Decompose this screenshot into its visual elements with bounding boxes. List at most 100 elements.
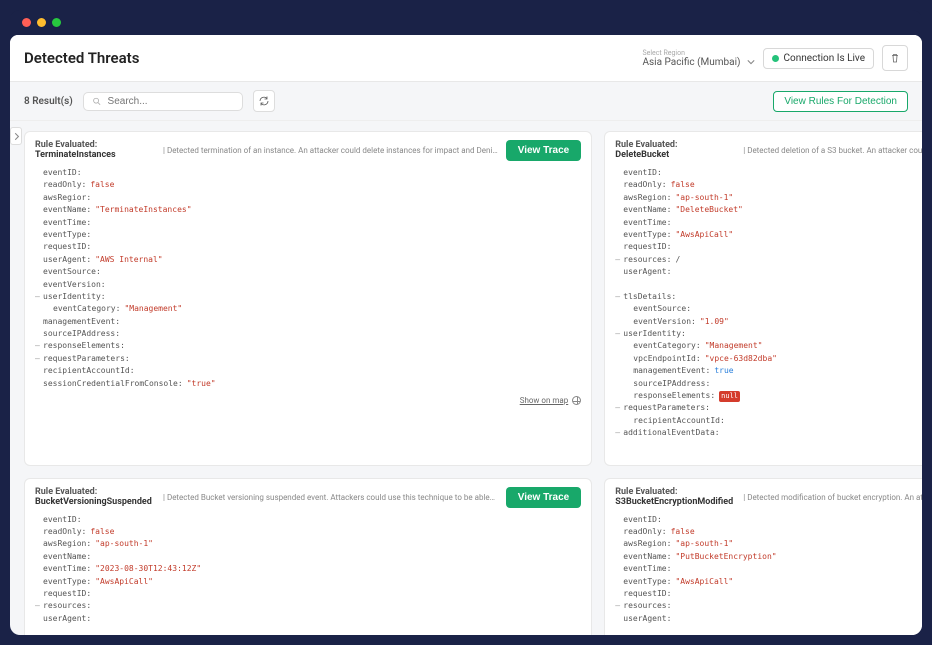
field-value: false — [671, 526, 695, 538]
event-fields: eventIDreadOnly falseawsRegion "ap-south… — [615, 167, 922, 440]
field-key: managementEvent — [633, 365, 710, 377]
connection-status: Connection Is Live — [763, 48, 874, 69]
rule-name: S3BucketEncryptionModified — [615, 497, 735, 507]
delete-button[interactable] — [882, 45, 908, 71]
rule-evaluated-label: Rule Evaluated: — [615, 487, 735, 497]
field-row: userAgent — [623, 266, 922, 278]
field-key: sourceIPAddress — [43, 328, 120, 340]
field-row: userAgent "AWS Internal" — [43, 254, 581, 266]
threat-card: Rule Evaluated:BucketVersioningSuspended… — [24, 478, 592, 635]
field-key: eventName — [43, 551, 91, 563]
field-key: eventType — [43, 229, 91, 241]
field-value: false — [90, 179, 114, 191]
field-row: recipientAccountId — [43, 365, 581, 377]
search-input[interactable] — [108, 96, 234, 107]
window-close-dot[interactable] — [22, 18, 31, 27]
region-label: Select Region — [642, 49, 685, 57]
chevron-down-icon — [747, 58, 755, 66]
field-key: eventType — [43, 576, 91, 588]
field-key: eventSource — [633, 303, 691, 315]
field-key: awsRegior — [43, 192, 91, 204]
threat-card: Rule Evaluated:TerminateInstances| Detec… — [24, 131, 592, 466]
field-key: eventVersion — [633, 316, 696, 328]
field-row: userAgent — [623, 613, 922, 625]
field-row: managementEvent true — [623, 365, 922, 377]
view-trace-button[interactable]: View Trace — [506, 140, 582, 161]
field-value: "ap-south-1" — [95, 538, 153, 550]
field-key: resources — [623, 600, 671, 612]
field-row: requestParameters — [623, 402, 922, 414]
field-key: eventSource — [43, 266, 101, 278]
field-row: requestID — [43, 241, 581, 253]
field-row: readOnly false — [623, 526, 922, 538]
field-row: requestParameters — [43, 353, 581, 365]
live-dot-icon — [772, 55, 779, 62]
field-row: eventType — [43, 229, 581, 241]
field-row: requestID — [623, 241, 922, 253]
field-key: additionalEventData — [623, 427, 719, 439]
field-value: "ap-south-1" — [675, 192, 733, 204]
field-row: readOnly false — [43, 179, 581, 191]
field-row: sessionCredentialFromConsole "true" — [43, 378, 581, 390]
field-key: requestID — [623, 588, 671, 600]
event-fields: eventIDreadOnly falseawsRegioreventName … — [35, 167, 581, 390]
field-key: requestID — [623, 241, 671, 253]
field-row: eventName "DeleteBucket" — [623, 204, 922, 216]
show-on-map-link[interactable]: Show on map — [615, 446, 922, 455]
field-key: eventTime — [43, 563, 91, 575]
threat-description: | Detected Bucket versioning suspended e… — [163, 493, 498, 502]
window-max-dot[interactable] — [52, 18, 61, 27]
field-row: requestID — [43, 588, 581, 600]
field-key: readOnly — [623, 179, 666, 191]
field-row: sourceIPAddress — [623, 378, 922, 390]
field-value: "DeleteBucket" — [675, 204, 742, 216]
field-key: eventTime — [623, 217, 671, 229]
field-row: awsRegion "ap-south-1" — [623, 538, 922, 550]
field-value: "true" — [187, 378, 216, 390]
region-select[interactable]: Select Region Asia Pacific (Mumbai) — [642, 49, 754, 68]
field-key: eventCategory — [53, 303, 120, 315]
view-trace-button[interactable]: View Trace — [506, 487, 582, 508]
field-key: eventName — [623, 551, 671, 563]
rule-evaluated-label: Rule Evaluated: — [35, 487, 155, 497]
trash-icon — [889, 52, 901, 64]
field-row: awsRegion "ap-south-1" — [623, 192, 922, 204]
field-key: sourceIPAddress — [633, 378, 710, 390]
field-row: eventName — [43, 551, 581, 563]
field-key: awsRegion — [43, 538, 91, 550]
field-row: eventTime — [43, 217, 581, 229]
field-key: eventName — [623, 204, 671, 216]
field-row: eventVersion "1.09" — [623, 316, 922, 328]
field-key: requestID — [43, 588, 91, 600]
search-box[interactable] — [83, 92, 243, 111]
field-value: "PutBucketEncryption" — [675, 551, 776, 563]
window-min-dot[interactable] — [37, 18, 46, 27]
field-key: tlsDetails — [623, 291, 676, 303]
field-key: resources — [43, 600, 91, 612]
field-row: requestID — [623, 588, 922, 600]
toolbar: 8 Result(s) View Rules For Detection — [10, 82, 922, 121]
threat-description: | Detected modification of bucket encryp… — [743, 493, 922, 502]
field-row — [43, 625, 581, 635]
field-key: managementEvent — [43, 316, 120, 328]
field-key: eventID — [623, 167, 662, 179]
field-row: eventName "TerminateInstances" — [43, 204, 581, 216]
field-key: eventID — [43, 514, 82, 526]
field-value: null — [719, 391, 740, 402]
field-key: awsRegion — [623, 192, 671, 204]
view-rules-button[interactable]: View Rules For Detection — [773, 91, 908, 112]
rule-name: BucketVersioningSuspended — [35, 497, 155, 507]
field-row: eventTime — [623, 217, 922, 229]
field-key: responseElements — [43, 340, 125, 352]
refresh-button[interactable] — [253, 90, 275, 112]
field-value: "ap-south-1" — [675, 538, 733, 550]
field-key: requestParameters — [43, 353, 130, 365]
field-row: eventID — [43, 514, 581, 526]
field-value: "AwsApiCall" — [675, 576, 733, 588]
field-key: requestParameters — [623, 402, 710, 414]
collapse-handle[interactable] — [10, 127, 22, 145]
field-value: "vpce-63d82dba" — [705, 353, 777, 365]
field-row: recipientAccountId — [623, 415, 922, 427]
rule-evaluated-label: Rule Evaluated: — [615, 140, 735, 150]
show-on-map-link[interactable]: Show on map — [35, 396, 581, 405]
